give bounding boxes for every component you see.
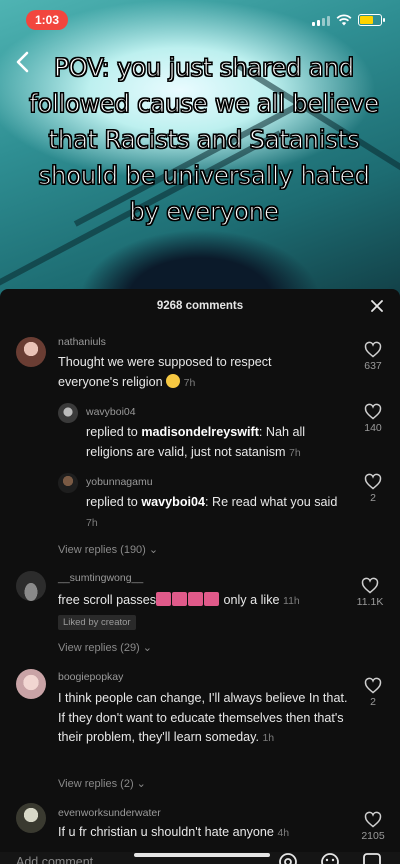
- avatar[interactable]: [58, 473, 78, 493]
- like-button[interactable]: 2105: [358, 811, 388, 842]
- comment-body: If u fr christian u shouldn't hate anyon…: [58, 825, 274, 839]
- comment-time: 11h: [283, 595, 300, 607]
- like-button[interactable]: 637: [358, 341, 388, 372]
- emoji-icon[interactable]: [320, 852, 340, 864]
- comment-text: Thought we were supposed to respect ever…: [58, 353, 298, 393]
- reply-item: wavyboi04 replied to madisondelreyswift:…: [0, 401, 400, 461]
- like-button[interactable]: 2: [358, 473, 388, 504]
- heart-icon: [361, 577, 379, 594]
- status-bar: 1:03: [0, 0, 400, 40]
- comment-body: Thought we were supposed to respect ever…: [58, 355, 272, 389]
- gif-icon[interactable]: [362, 852, 382, 864]
- view-replies-link[interactable]: View replies (190) ⌄: [58, 543, 158, 556]
- comment-time: 7h: [289, 446, 301, 459]
- reply-prefix: replied to: [86, 495, 142, 509]
- avatar[interactable]: [58, 403, 78, 423]
- heart-icon: [364, 473, 382, 490]
- at-icon[interactable]: [278, 852, 298, 864]
- face-emoji-icon: [156, 592, 220, 607]
- comments-count: 9268 comments: [156, 300, 244, 312]
- chevron-down-icon: ⌄: [142, 642, 153, 654]
- reply-mention[interactable]: madisondelreyswift: [141, 425, 259, 439]
- comments-sheet: 9268 comments nathaniuls Thought we were…: [0, 289, 400, 864]
- home-indicator: [134, 853, 270, 857]
- like-button[interactable]: 140: [358, 403, 388, 434]
- heart-icon: [364, 677, 382, 694]
- recording-indicator: 1:03: [26, 10, 68, 30]
- comment-username[interactable]: evenworksunderwater: [58, 807, 161, 819]
- view-replies-label: View replies (29): [58, 642, 140, 654]
- like-count: 11.1K: [356, 596, 384, 608]
- cellular-signal-icon: [312, 14, 330, 26]
- comment-username[interactable]: nathaniuls: [58, 336, 106, 348]
- view-replies-label: View replies (2): [58, 778, 134, 790]
- close-icon[interactable]: [370, 299, 384, 313]
- comment-text: I think people can change, I'll always b…: [58, 689, 348, 749]
- reply-mention[interactable]: wavyboi04: [141, 495, 205, 509]
- comment-item: boogiepopkay I think people can change, …: [0, 669, 400, 779]
- view-replies-link[interactable]: View replies (2) ⌄: [58, 777, 146, 790]
- status-icons: [312, 14, 385, 26]
- avatar[interactable]: [16, 803, 46, 833]
- view-replies-link[interactable]: View replies (29) ⌄: [58, 641, 152, 654]
- comment-body: : Re read what you said: [205, 495, 338, 509]
- comment-body: I think people can change, I'll always b…: [58, 691, 348, 744]
- worried-face-icon: [166, 373, 181, 388]
- reply-prefix: replied to: [86, 425, 142, 439]
- comment-item: nathaniuls Thought we were supposed to r…: [0, 333, 400, 397]
- avatar[interactable]: [16, 669, 46, 699]
- comment-time: 1h: [262, 732, 275, 744]
- like-count: 637: [364, 360, 382, 372]
- comment-time: 4h: [277, 827, 290, 839]
- like-count: 2: [370, 696, 376, 708]
- comment-username[interactable]: __sumtingwong__: [58, 572, 143, 584]
- like-button[interactable]: 2: [358, 677, 388, 708]
- comment-item: __sumtingwong__ free scroll passes only …: [0, 569, 400, 649]
- reply-item: yobunnagamu replied to wavyboi04: Re rea…: [0, 471, 400, 533]
- comment-time: 7h: [86, 516, 98, 529]
- wifi-icon: [336, 14, 352, 26]
- comment-text: replied to wavyboi04: Re read what you s…: [86, 493, 350, 533]
- comment-body-end: only a like: [223, 593, 280, 607]
- heart-icon: [364, 341, 382, 358]
- avatar[interactable]: [16, 337, 46, 367]
- chevron-down-icon: ⌄: [136, 778, 146, 790]
- heart-icon: [364, 811, 382, 828]
- comment-text: replied to madisondelreyswift: Nah all r…: [86, 423, 342, 463]
- comment-text: If u fr christian u shouldn't hate anyon…: [58, 823, 348, 844]
- battery-icon: [358, 14, 385, 26]
- comment-username[interactable]: yobunnagamu: [86, 476, 153, 488]
- chevron-down-icon: ⌄: [148, 544, 159, 556]
- like-count: 140: [364, 422, 382, 434]
- heart-icon: [364, 403, 382, 420]
- like-count: 2105: [361, 830, 385, 842]
- comment-text: free scroll passes only a like 11h: [58, 591, 348, 612]
- liked-by-creator-badge: Liked by creator: [58, 615, 136, 630]
- video-overlay-caption: POV: you just shared and followed cause …: [29, 52, 380, 226]
- like-count: 2: [370, 492, 376, 504]
- avatar[interactable]: [16, 571, 46, 601]
- comment-time: 7h: [183, 376, 196, 389]
- comments-header: 9268 comments: [0, 289, 400, 323]
- comment-username[interactable]: wavyboi04: [86, 406, 136, 418]
- comment-username[interactable]: boogiepopkay: [58, 671, 123, 683]
- comment-body: free scroll passes: [58, 593, 156, 607]
- like-button[interactable]: 11.1K: [352, 577, 388, 608]
- view-replies-label: View replies (190): [58, 544, 146, 556]
